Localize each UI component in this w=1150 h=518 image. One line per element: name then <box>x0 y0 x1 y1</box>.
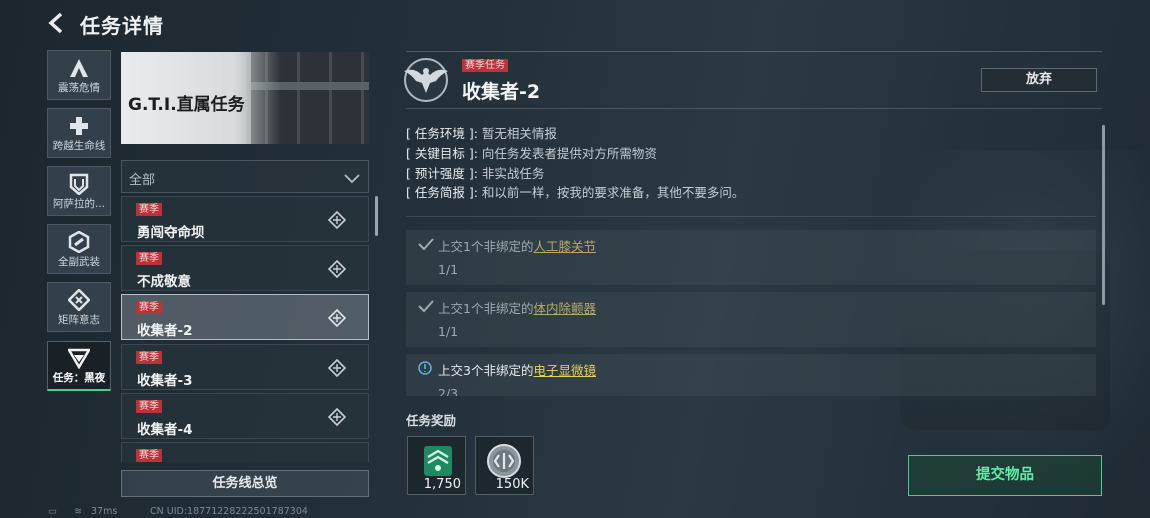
network-status: ▭ ≋ 37ms <box>48 506 117 517</box>
sidebar-item-label: 全副武装 <box>58 255 100 268</box>
season-tag: 赛季 <box>136 203 162 216</box>
check-icon <box>418 298 434 317</box>
objective-row: 上交1个非绑定的体内除颤器 1/1 <box>406 292 1096 347</box>
quest-row[interactable]: 赛季 收集者-4 <box>121 393 369 439</box>
objective-row: 上交1个非绑定的人工膝关节 1/1 <box>406 230 1096 285</box>
gear-hex-icon <box>68 230 90 254</box>
sidebar-item-label: 矩阵意志 <box>58 313 100 326</box>
info-key: [ 关键目标 ]: <box>406 146 478 161</box>
quest-line-banner: G.T.I.直属任务 <box>121 52 369 144</box>
filter-selected-value: 全部 <box>129 173 156 188</box>
info-value: 向任务发表者提供对方所需物资 <box>481 146 657 161</box>
item-link[interactable]: 人工膝关节 <box>533 239 596 254</box>
sidebar-item-label: 阿萨拉的... <box>52 197 105 210</box>
detail-scrollbar[interactable] <box>1102 125 1105 305</box>
locate-icon[interactable] <box>327 358 347 381</box>
reward-item[interactable]: 1,750 <box>407 436 466 495</box>
check-icon <box>418 236 434 255</box>
info-row: [ 任务简报 ]: 和以前一样，按我的要求准备，其他不要多问。 <box>406 182 744 201</box>
locate-icon[interactable] <box>327 259 347 282</box>
sidebar-item-5[interactable]: 任务：黑夜 <box>47 341 111 391</box>
objective-row-active: 上交3个非绑定的电子显微镜 2/3 <box>406 354 1096 396</box>
season-tag: 赛季 <box>136 301 162 314</box>
quest-list: 赛季 勇闯夺命坝 赛季 不成敬意 赛季 收集者-2 赛季 收集者-3 赛季 收集… <box>121 196 369 462</box>
sidebar-item-4[interactable]: 矩阵意志 <box>47 282 111 332</box>
quest-name: 勇闯夺命坝 <box>137 225 205 241</box>
submit-items-button[interactable]: 提交物品 <box>908 455 1102 496</box>
quest-row[interactable]: 赛季 <box>121 442 369 462</box>
user-id: CN UID:18771228222501787304 <box>150 506 308 517</box>
reward-value: 1,750 <box>423 477 461 492</box>
objective-text: 上交3个非绑定的 <box>438 363 534 378</box>
season-tag: 赛季 <box>136 400 162 413</box>
locate-icon[interactable] <box>327 308 347 331</box>
info-value: 和以前一样，按我的要求准备，其他不要多问。 <box>481 185 745 200</box>
divider <box>406 108 1102 109</box>
info-key: [ 任务环境 ]: <box>406 126 478 141</box>
reward-label: 任务奖励 <box>406 413 457 428</box>
back-arrow-icon[interactable] <box>46 12 68 34</box>
banner-title: G.T.I.直属任务 <box>128 95 245 115</box>
info-row: [ 关键目标 ]: 向任务发表者提供对方所需物资 <box>406 143 657 162</box>
page-title: 任务详情 <box>80 14 164 38</box>
sidebar-item-label: 震荡危情 <box>58 81 100 94</box>
quest-line-overview-button[interactable]: 任务线总览 <box>121 470 369 497</box>
quest-row[interactable]: 赛季 收集者-3 <box>121 344 369 390</box>
sidebar-item-1[interactable]: 跨越生命线 <box>47 108 111 158</box>
quest-name: 收集者-3 <box>137 373 193 389</box>
objective-text: 上交1个非绑定的 <box>438 239 534 254</box>
quest-list-scrollbar[interactable] <box>375 196 378 236</box>
quest-row[interactable]: 赛季 不成敬意 <box>121 245 369 291</box>
info-row: [ 任务环境 ]: 暂无相关情报 <box>406 123 557 142</box>
quest-title: 收集者-2 <box>462 81 541 103</box>
sidebar-item-3[interactable]: 全副武装 <box>47 224 111 274</box>
experience-badge-icon <box>423 445 453 481</box>
season-tag: 赛季 <box>136 449 162 462</box>
quest-name: 收集者-2 <box>137 323 193 339</box>
info-key: [ 预计强度 ]: <box>406 166 478 181</box>
sidebar-item-0[interactable]: 震荡危情 <box>47 50 111 100</box>
reward-item[interactable]: 150K <box>475 436 534 495</box>
medical-cross-icon <box>68 114 90 138</box>
triangle-a-icon <box>68 56 90 80</box>
objective-progress: 2/3 <box>438 386 459 396</box>
v-chevron-icon <box>68 346 90 370</box>
chevron-down-icon <box>344 170 360 189</box>
wifi-icon: ≋ <box>74 506 82 517</box>
info-row: [ 预计强度 ]: 非实战任务 <box>406 163 544 182</box>
sidebar-item-label: 跨越生命线 <box>52 139 106 152</box>
objective-progress: 1/1 <box>438 262 459 277</box>
ping-value: 37ms <box>91 506 118 517</box>
info-value: 非实战任务 <box>481 166 545 181</box>
eagle-emblem-icon <box>400 57 452 107</box>
item-link[interactable]: 体内除颤器 <box>533 301 596 316</box>
locate-icon[interactable] <box>327 210 347 233</box>
info-value: 暂无相关情报 <box>481 126 557 141</box>
diamond-chevron-icon <box>68 288 90 312</box>
sidebar-item-2[interactable]: 阿萨拉的... <box>47 166 111 216</box>
battery-icon: ▭ <box>48 506 57 517</box>
season-tag: 赛季 <box>136 351 162 364</box>
shield-icon <box>68 172 90 196</box>
locate-icon[interactable] <box>327 407 347 430</box>
season-tag: 赛季 <box>136 252 162 265</box>
quest-row-selected[interactable]: 赛季 收集者-2 <box>121 294 369 340</box>
quest-name: 收集者-4 <box>137 422 193 438</box>
abandon-button[interactable]: 放弃 <box>981 68 1097 92</box>
quest-row[interactable]: 赛季 勇闯夺命坝 <box>121 196 369 242</box>
sidebar-item-label: 任务：黑夜 <box>52 372 106 384</box>
season-quest-tag: 赛季任务 <box>462 59 508 72</box>
divider <box>406 216 1096 217</box>
item-link[interactable]: 电子显微镜 <box>533 363 596 378</box>
objective-progress: 1/1 <box>438 324 459 339</box>
objective-list: 上交1个非绑定的人工膝关节 1/1 上交1个非绑定的体内除颤器 1/1 上交3个… <box>406 230 1096 396</box>
info-circle-icon <box>418 360 432 379</box>
divider <box>406 51 1102 52</box>
quest-filter-dropdown[interactable]: 全部 <box>121 160 369 193</box>
info-key: [ 任务简报 ]: <box>406 185 478 200</box>
objective-text: 上交1个非绑定的 <box>438 301 534 316</box>
reward-value: 150K <box>495 477 529 492</box>
quest-name: 不成敬意 <box>137 274 191 290</box>
